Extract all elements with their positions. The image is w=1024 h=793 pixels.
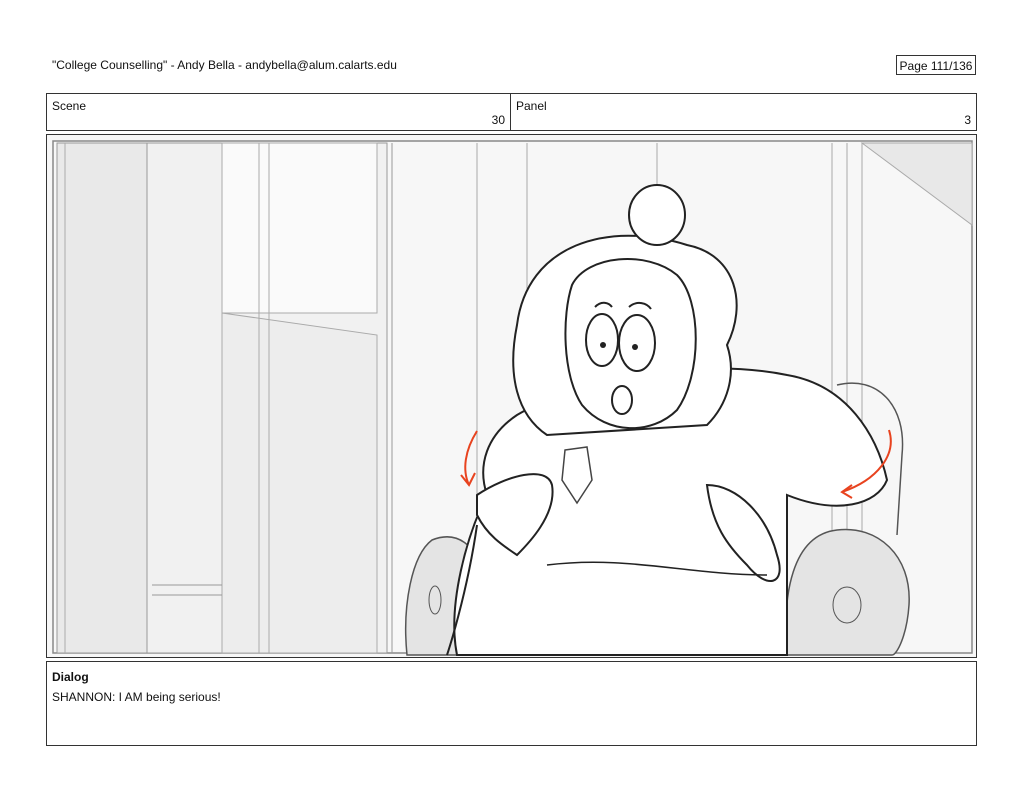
panel-label: Panel: [516, 99, 547, 113]
scene-cell: Scene 30: [46, 93, 511, 131]
dialog-label: Dialog: [52, 670, 89, 684]
storyboard-sketch: [47, 135, 976, 657]
dialog-text: SHANNON: I AM being serious!: [52, 690, 221, 704]
page-number: Page 111/136: [896, 55, 976, 75]
panel-cell: Panel 3: [510, 93, 977, 131]
scene-label: Scene: [52, 99, 87, 113]
document-header: "College Counselling" - Andy Bella - and…: [52, 58, 397, 72]
panel-number: 3: [964, 113, 971, 127]
dialog-box: Dialog SHANNON: I AM being serious!: [46, 661, 977, 746]
scene-number: 30: [491, 113, 505, 127]
storyboard-frame: [46, 134, 977, 658]
